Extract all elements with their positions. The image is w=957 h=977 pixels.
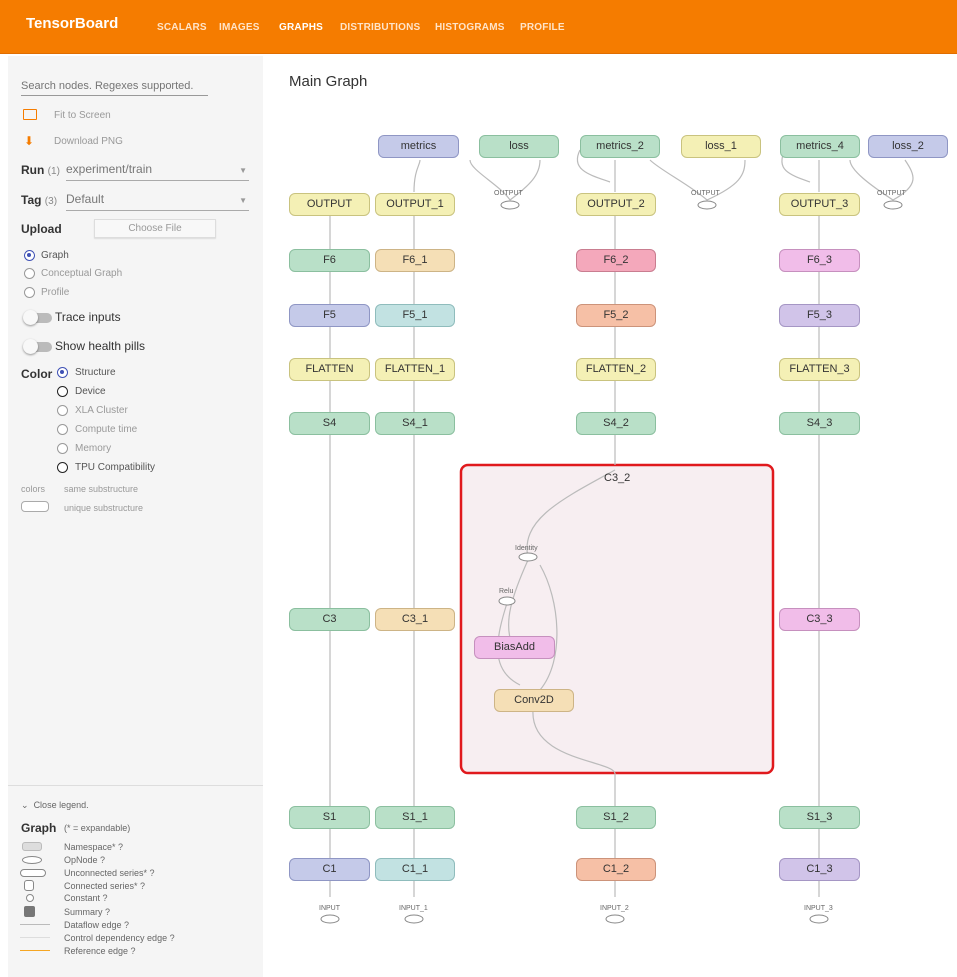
node-c1-1[interactable]: C1_1	[375, 858, 455, 881]
node-c3[interactable]: C3	[289, 608, 370, 631]
node-f5-3[interactable]: F5_3	[779, 304, 860, 327]
node-output-2[interactable]: OUTPUT_2	[576, 193, 656, 216]
node-s4[interactable]: S4	[289, 412, 370, 435]
node-flatten-2[interactable]: FLATTEN_2	[576, 358, 656, 381]
input-2-op	[605, 914, 625, 924]
node-c1-2[interactable]: C1_2	[576, 858, 656, 881]
node-metrics-2[interactable]: metrics_2	[580, 135, 660, 158]
output-op-label-3: OUTPUT	[877, 190, 906, 197]
identity-label: Identity	[515, 545, 538, 552]
node-c1-3[interactable]: C1_3	[779, 858, 860, 881]
node-s1[interactable]: S1	[289, 806, 370, 829]
node-flatten-1[interactable]: FLATTEN_1	[375, 358, 455, 381]
node-metrics-4[interactable]: metrics_4	[780, 135, 860, 158]
node-s1-1[interactable]: S1_1	[375, 806, 455, 829]
node-s1-2[interactable]: S1_2	[576, 806, 656, 829]
node-s4-3[interactable]: S4_3	[779, 412, 860, 435]
edge-output-metrics	[413, 159, 421, 193]
input-3-label: INPUT_3	[804, 905, 833, 912]
node-flatten-3[interactable]: FLATTEN_3	[779, 358, 860, 381]
expanded-region-title[interactable]: C3_2	[604, 472, 630, 484]
output-op-1	[500, 200, 520, 210]
input-2-label: INPUT_2	[600, 905, 629, 912]
input-3-op	[809, 914, 829, 924]
node-f5-2[interactable]: F5_2	[576, 304, 656, 327]
node-output-1[interactable]: OUTPUT_1	[375, 193, 455, 216]
node-loss[interactable]: loss	[479, 135, 559, 158]
output-op-3	[883, 200, 903, 210]
identity-op	[518, 552, 538, 562]
node-metrics[interactable]: metrics	[378, 135, 459, 158]
input-1-label: INPUT_1	[399, 905, 428, 912]
node-f6-3[interactable]: F6_3	[779, 249, 860, 272]
input-1-op	[404, 914, 424, 924]
node-output-3[interactable]: OUTPUT_3	[779, 193, 860, 216]
output-op-label-2: OUTPUT	[691, 190, 720, 197]
input-op	[320, 914, 340, 924]
input-label: INPUT	[319, 905, 340, 912]
node-biasadd[interactable]: BiasAdd	[474, 636, 555, 659]
node-c1[interactable]: C1	[289, 858, 370, 881]
node-conv2d[interactable]: Conv2D	[494, 689, 574, 712]
node-f6-2[interactable]: F6_2	[576, 249, 656, 272]
output-op-2	[697, 200, 717, 210]
node-f6[interactable]: F6	[289, 249, 370, 272]
node-loss-1[interactable]: loss_1	[681, 135, 761, 158]
node-c3-1[interactable]: C3_1	[375, 608, 455, 631]
node-loss-2[interactable]: loss_2	[868, 135, 948, 158]
relu-op	[498, 596, 516, 606]
node-output[interactable]: OUTPUT	[289, 193, 370, 216]
node-s4-2[interactable]: S4_2	[576, 412, 656, 435]
output-op-label-1: OUTPUT	[494, 190, 523, 197]
node-s4-1[interactable]: S4_1	[375, 412, 455, 435]
node-flatten[interactable]: FLATTEN	[289, 358, 370, 381]
node-f5[interactable]: F5	[289, 304, 370, 327]
relu-label: Relu	[499, 588, 514, 595]
node-f6-1[interactable]: F6_1	[375, 249, 455, 272]
node-s1-3[interactable]: S1_3	[779, 806, 860, 829]
expanded-c3-2-region	[459, 463, 775, 775]
node-f5-1[interactable]: F5_1	[375, 304, 455, 327]
node-c3-3[interactable]: C3_3	[779, 608, 860, 631]
